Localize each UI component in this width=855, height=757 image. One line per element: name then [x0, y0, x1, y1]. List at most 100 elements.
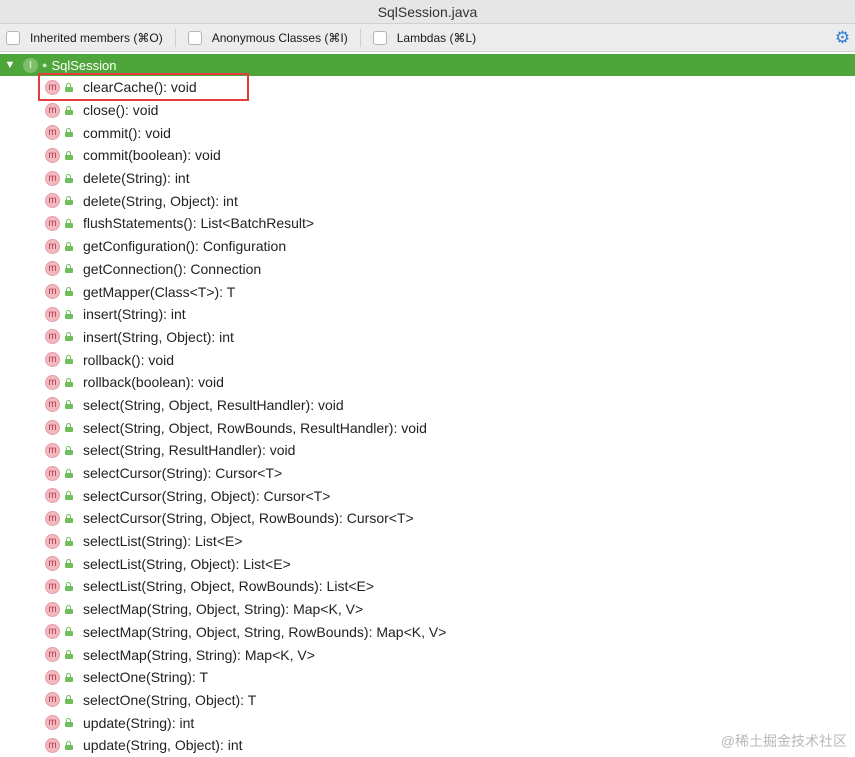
method-row[interactable]: m getMapper(Class<T>): T [0, 280, 855, 303]
public-lock-icon [65, 332, 73, 342]
public-lock-icon [65, 581, 73, 591]
method-row[interactable]: m rollback(): void [0, 348, 855, 371]
public-lock-icon [65, 82, 73, 92]
method-label: selectMap(String, String): Map<K, V> [83, 646, 315, 663]
method-label: delete(String, Object): int [83, 192, 238, 209]
method-icon: m [45, 578, 60, 594]
method-label: selectCursor(String, Object, RowBounds):… [83, 510, 414, 527]
method-row[interactable]: m getConnection(): Connection [0, 258, 855, 281]
method-icon: m [45, 737, 60, 753]
public-lock-icon [65, 400, 73, 410]
anonymous-classes-label: Anonymous Classes (⌘I) [211, 30, 348, 45]
method-row[interactable]: m selectCursor(String, Object, RowBounds)… [0, 507, 855, 530]
method-label: selectOne(String): T [83, 669, 209, 686]
method-row[interactable]: m selectList(String): List<E> [0, 530, 855, 553]
method-row[interactable]: m selectMap(String, String): Map<K, V> [0, 643, 855, 666]
inherited-members-checkbox[interactable] [6, 30, 20, 45]
method-row[interactable]: m insert(String, Object): int [0, 326, 855, 349]
gear-icon[interactable]: ⚙ [834, 29, 851, 46]
method-icon: m [45, 420, 60, 436]
method-icon: m [45, 238, 60, 254]
method-icon: m [45, 669, 60, 685]
public-lock-icon [65, 627, 73, 637]
public-lock-icon [65, 672, 73, 682]
lambdas-label: Lambdas (⌘L) [396, 30, 477, 45]
method-row[interactable]: m selectMap(String, Object, String, RowBo… [0, 621, 855, 644]
method-icon: m [45, 374, 60, 390]
window-title-bar: SqlSession.java [0, 0, 855, 24]
method-label: getConnection(): Connection [83, 260, 262, 277]
method-icon: m [45, 79, 60, 95]
method-row[interactable]: m select(String, Object, ResultHandler): … [0, 394, 855, 417]
method-row[interactable]: m selectOne(String): T [0, 666, 855, 689]
public-lock-icon [65, 196, 73, 206]
public-lock-icon [65, 264, 73, 274]
method-icon: m [45, 488, 60, 504]
public-lock-icon [65, 604, 73, 614]
anonymous-classes-option[interactable]: Anonymous Classes (⌘I) [187, 30, 348, 45]
method-row[interactable]: m selectCursor(String): Cursor<T> [0, 462, 855, 485]
inherited-members-option[interactable]: Inherited members (⌘O) [6, 30, 163, 45]
public-lock-icon [65, 718, 73, 728]
method-row[interactable]: m clearCache(): void [0, 76, 855, 99]
public-lock-icon [65, 468, 73, 478]
public-lock-icon [65, 309, 73, 319]
method-row[interactable]: m selectOne(String, Object): T [0, 689, 855, 712]
window-title: SqlSession.java [377, 3, 478, 20]
method-icon: m [45, 624, 60, 640]
lambdas-option[interactable]: Lambdas (⌘L) [372, 30, 477, 45]
method-label: flushStatements(): List<BatchResult> [83, 215, 315, 232]
method-row[interactable]: m commit(boolean): void [0, 144, 855, 167]
public-lock-icon [65, 218, 73, 228]
method-row[interactable]: m selectCursor(String, Object): Cursor<T> [0, 484, 855, 507]
lambdas-checkbox[interactable] [372, 30, 387, 45]
method-icon: m [45, 601, 60, 617]
method-row[interactable]: m flushStatements(): List<BatchResult> [0, 212, 855, 235]
expand-arrow-icon[interactable]: ▼ [2, 59, 18, 71]
method-icon: m [45, 352, 60, 368]
method-label: selectList(String): List<E> [83, 533, 243, 550]
method-label: selectList(String, Object, RowBounds): L… [83, 578, 375, 595]
inherited-members-label: Inherited members (⌘O) [30, 30, 163, 45]
method-label: select(String, ResultHandler): void [83, 442, 296, 459]
method-icon: m [45, 147, 60, 163]
public-lock-icon [65, 377, 73, 387]
public-lock-icon [65, 513, 73, 523]
method-row[interactable]: m insert(String): int [0, 303, 855, 326]
method-row[interactable]: m delete(String, Object): int [0, 189, 855, 212]
method-row[interactable]: m selectMap(String, Object, String): Map<… [0, 598, 855, 621]
method-row[interactable]: m commit(): void [0, 121, 855, 144]
public-lock-icon [65, 423, 73, 433]
method-icon: m [45, 329, 60, 345]
method-row[interactable]: m rollback(boolean): void [0, 371, 855, 394]
method-label: commit(): void [83, 124, 171, 141]
public-lock-icon [65, 241, 73, 251]
method-icon: m [45, 533, 60, 549]
method-icon: m [45, 556, 60, 572]
anonymous-classes-checkbox[interactable] [187, 30, 202, 45]
watermark: @稀土掘金技术社区 [720, 733, 847, 749]
method-icon: m [45, 284, 60, 300]
public-lock-icon [65, 536, 73, 546]
method-row[interactable]: m select(String, ResultHandler): void [0, 439, 855, 462]
tree-root-row[interactable]: ▼ I ● SqlSession [0, 54, 855, 76]
method-icon: m [45, 125, 60, 141]
method-row[interactable]: m select(String, Object, RowBounds, Resul… [0, 416, 855, 439]
method-icon: m [45, 102, 60, 118]
method-label: selectMap(String, Object, String, RowBou… [83, 623, 447, 640]
method-row[interactable]: m selectList(String, Object): List<E> [0, 552, 855, 575]
method-label: select(String, Object, ResultHandler): v… [83, 396, 344, 413]
public-lock-icon [65, 695, 73, 705]
public-lock-icon [65, 740, 73, 750]
method-row[interactable]: m getConfiguration(): Configuration [0, 235, 855, 258]
public-lock-icon [65, 105, 73, 115]
method-label: delete(String): int [83, 170, 190, 187]
options-divider [174, 28, 176, 47]
method-row[interactable]: m delete(String): int [0, 167, 855, 190]
public-lock-icon [65, 491, 73, 501]
method-icon: m [45, 261, 60, 277]
method-label: clearCache(): void [83, 79, 197, 96]
method-row[interactable]: m close(): void [0, 99, 855, 122]
method-row[interactable]: m selectList(String, Object, RowBounds): … [0, 575, 855, 598]
method-icon: m [45, 193, 60, 209]
